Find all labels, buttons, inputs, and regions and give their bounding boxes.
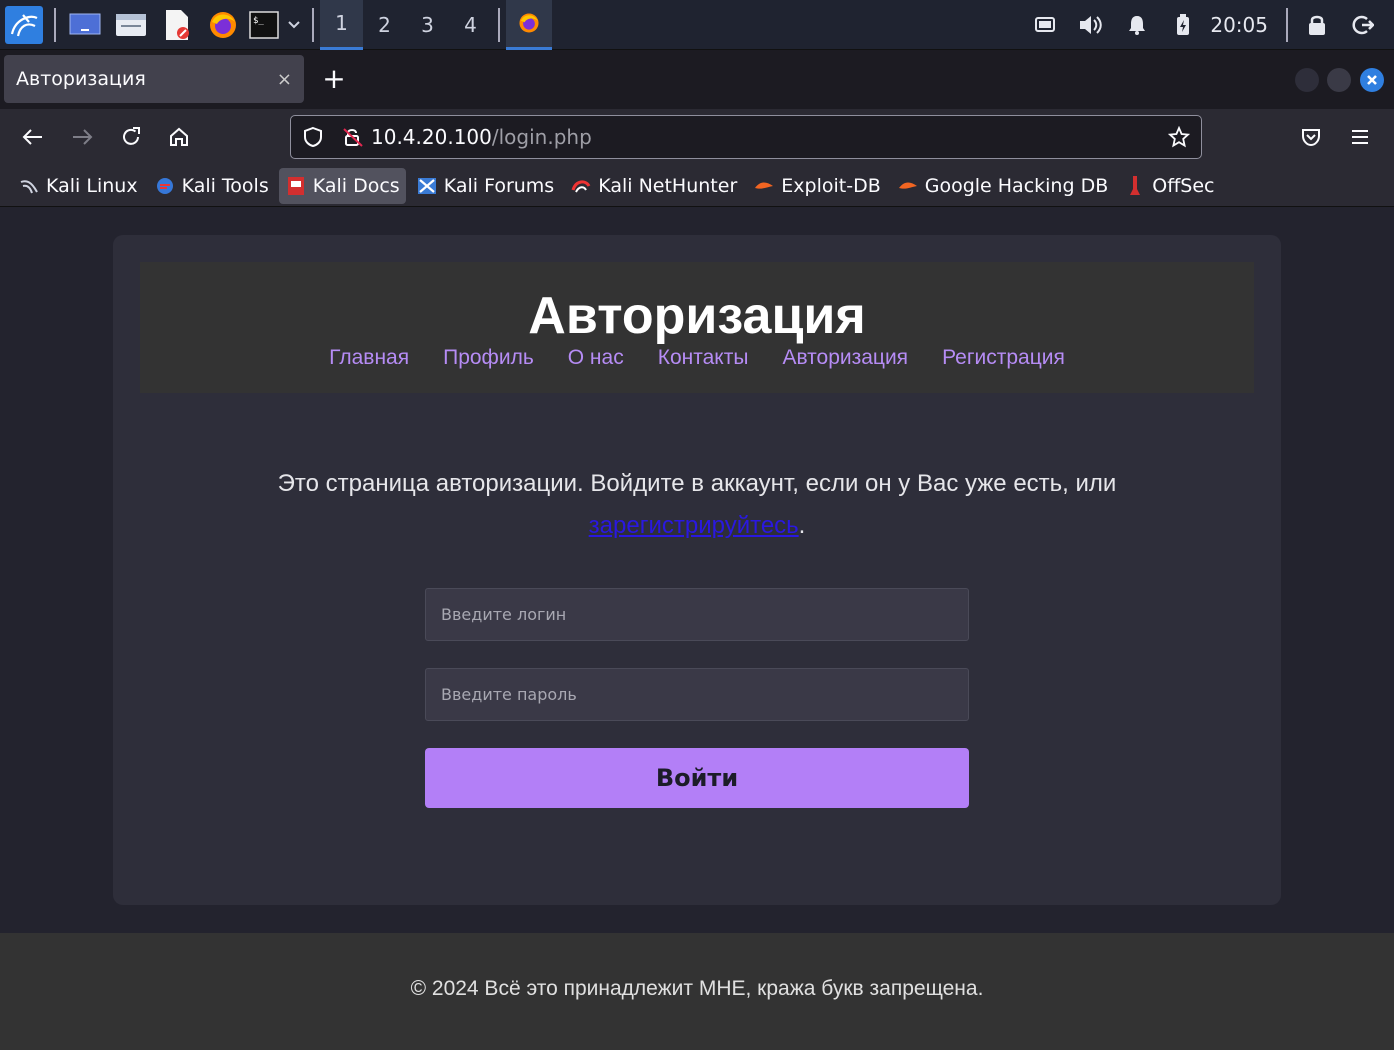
bookmark-label: Kali NetHunter [598,174,738,197]
home-icon[interactable] [161,119,197,155]
nethunter-icon [570,175,592,197]
ghdb-icon [897,175,919,197]
back-icon[interactable] [15,119,51,155]
kali-forums-icon [416,175,438,197]
bookmark-kali-tools[interactable]: Kali Tools [148,168,275,204]
top-panel: $_ 1 2 3 4 20:05 [0,0,1394,50]
firefox-launcher-icon[interactable] [200,0,246,50]
file-manager-icon[interactable] [108,0,154,50]
register-link[interactable]: зарегистрируйтесь [589,512,799,539]
workspace-3[interactable]: 3 [406,0,449,50]
reload-icon[interactable] [113,119,149,155]
new-tab-button[interactable]: + [318,62,350,95]
site-nav: Главная Профиль О нас Контакты Авторизац… [140,346,1254,370]
bookmarks-toolbar: Kali Linux Kali Tools Kali Docs Kali For… [0,165,1394,207]
battery-icon[interactable] [1160,0,1206,50]
bookmark-label: Kali Tools [181,174,269,197]
hamburger-menu-icon[interactable] [1342,119,1378,155]
lock-icon[interactable] [1294,0,1340,50]
minimize-button[interactable] [1295,68,1319,92]
bookmark-label: Kali Docs [312,174,400,197]
volume-icon[interactable] [1068,0,1114,50]
shield-icon[interactable] [291,126,335,148]
intro-sentence: Это страница авторизации. Войдите в акка… [277,470,1117,497]
password-input[interactable] [425,668,969,721]
bookmark-label: Kali Linux [46,174,138,197]
panel-separator [312,7,314,42]
bookmark-label: Kali Forums [443,174,555,197]
bookmark-offsec[interactable]: OffSec [1118,168,1220,204]
maximize-button[interactable] [1327,68,1351,92]
nav-link-home[interactable]: Главная [329,346,409,370]
nav-link-about[interactable]: О нас [568,346,624,370]
kali-dragon-icon [18,175,40,197]
kali-tools-icon [154,175,176,197]
nav-link-profile[interactable]: Профиль [443,346,534,370]
kali-docs-icon [285,175,307,197]
panel-separator [54,7,56,42]
taskbar-firefox-window[interactable] [506,0,552,50]
workspace-2[interactable]: 2 [363,0,406,50]
browser-tab[interactable]: Авторизация × [4,55,304,103]
star-bookmark-icon[interactable] [1157,126,1201,148]
close-icon [1367,75,1377,85]
display-icon[interactable] [1022,0,1068,50]
notification-bell-icon[interactable] [1114,0,1160,50]
nav-link-register[interactable]: Регистрация [942,346,1065,370]
system-tray: 20:05 [1022,0,1394,50]
forward-icon[interactable] [64,119,100,155]
login-card: Авторизация Главная Профиль О нас Контак… [113,235,1281,905]
bookmark-kali-linux[interactable]: Kali Linux [12,168,144,204]
clock[interactable]: 20:05 [1206,13,1280,37]
workspace-1[interactable]: 1 [320,0,363,50]
url-bar[interactable]: 10.4.20.100/login.php [290,115,1202,159]
terminal-icon[interactable]: $_ [246,0,282,50]
bookmark-kali-docs[interactable]: Kali Docs [278,167,406,204]
logout-icon[interactable] [1340,0,1386,50]
bookmark-label: Google Hacking DB [924,174,1109,197]
browser-nav-bar: 10.4.20.100/login.php [0,109,1394,165]
desktop-icon[interactable] [62,0,108,50]
nav-link-contacts[interactable]: Контакты [658,346,749,370]
bookmark-kali-forums[interactable]: Kali Forums [410,168,561,204]
bookmark-exploit-db[interactable]: Exploit-DB [747,168,886,204]
intro-text: Это страница авторизации. Войдите в акка… [173,463,1221,547]
page-title: Авторизация [528,287,866,345]
bookmark-label: OffSec [1152,174,1215,197]
window-close-button[interactable] [1360,68,1384,92]
pocket-icon[interactable] [1293,119,1329,155]
footer-text: © 2024 Всё это принадлежит МНЕ, кража бу… [410,976,984,1000]
page-content: Авторизация Главная Профиль О нас Контак… [0,207,1394,1050]
site-header: Авторизация Главная Профиль О нас Контак… [140,262,1254,393]
insecure-lock-icon[interactable] [335,126,371,148]
intro-end: . [798,512,806,539]
url-path: /login.php [491,125,592,149]
browser-tab-bar: Авторизация × + [0,50,1394,109]
text-editor-icon[interactable] [154,0,200,50]
offsec-icon [1124,175,1146,197]
tab-title: Авторизация [16,68,146,90]
bookmark-label: Exploit-DB [781,174,881,197]
exploitdb-icon [753,175,775,197]
bookmark-kali-nethunter[interactable]: Kali NetHunter [564,168,743,204]
nav-link-login[interactable]: Авторизация [782,346,908,370]
bookmark-google-hacking-db[interactable]: Google Hacking DB [891,168,1115,204]
login-input[interactable] [425,588,969,641]
svg-text:$_: $_ [253,16,264,26]
panel-separator [498,7,500,42]
panel-separator [1286,7,1288,42]
chevron-down-icon[interactable] [282,0,306,50]
site-footer: © 2024 Всё это принадлежит МНЕ, кража бу… [0,933,1394,1050]
url-host: 10.4.20.100 [371,125,492,149]
tab-close-icon[interactable]: × [277,69,292,90]
kali-menu-icon[interactable] [0,0,48,50]
workspace-4[interactable]: 4 [449,0,492,50]
login-button[interactable]: Войти [425,748,969,808]
